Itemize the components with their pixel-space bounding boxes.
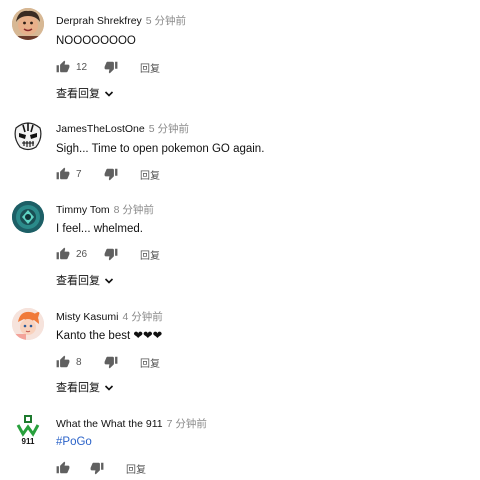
reply-button[interactable]: 回复 — [140, 60, 160, 75]
timestamp: 4 分钟前 — [122, 311, 163, 323]
comment-text: NOOOOOOOO — [56, 35, 136, 47]
view-replies-button[interactable]: 查看回复 — [56, 274, 114, 288]
reply-button[interactable]: 回复 — [126, 461, 146, 476]
author-name[interactable]: JamesTheLostOne — [56, 123, 145, 135]
like-count: 7 — [76, 168, 82, 180]
comment-text: I feel... whelmed. — [56, 223, 143, 235]
avatar[interactable] — [12, 120, 44, 152]
comment-actions: 26 回复 — [56, 246, 160, 262]
thumbs-up-icon[interactable] — [56, 247, 70, 261]
timestamp: 8 分钟前 — [113, 204, 154, 216]
hashtag-link[interactable]: #PoGo — [56, 435, 92, 450]
view-replies-button[interactable]: 查看回复 — [56, 87, 114, 101]
view-replies-label: 查看回复 — [56, 275, 100, 287]
like-count: 8 — [76, 356, 82, 368]
reply-button[interactable]: 回复 — [140, 355, 160, 370]
view-replies-button[interactable]: 查看回复 — [56, 381, 114, 395]
avatar[interactable]: 911 — [11, 413, 45, 447]
comment-text: Kanto the best ❤❤❤ — [56, 330, 163, 342]
thumbs-down-icon[interactable] — [104, 355, 118, 369]
thumbs-up-icon[interactable] — [56, 461, 70, 475]
like-count: 26 — [76, 248, 88, 260]
timestamp: 7 分钟前 — [166, 418, 207, 430]
chevron-down-icon — [104, 278, 114, 284]
view-replies-label: 查看回复 — [56, 88, 100, 100]
avatar-911-label: 911 — [22, 437, 35, 446]
comment-text: Sigh... Time to open pokemon GO again. — [56, 143, 265, 155]
timestamp: 5 分钟前 — [148, 123, 189, 135]
chevron-down-icon — [104, 385, 114, 391]
chevron-down-icon — [104, 91, 114, 97]
thumbs-up-icon[interactable] — [56, 60, 70, 74]
comment-actions: 8 回复 — [56, 354, 160, 370]
avatar[interactable] — [12, 308, 44, 340]
comment-actions: 7 回复 — [56, 166, 160, 182]
thumbs-down-icon[interactable] — [104, 247, 118, 261]
like-count: 12 — [76, 61, 88, 73]
reply-button[interactable]: 回复 — [140, 167, 160, 182]
comment-meta: Timmy Tom 8 分钟前 — [56, 203, 154, 217]
comment-meta: JamesTheLostOne 5 分钟前 — [56, 122, 189, 136]
author-name[interactable]: Derprah Shrekfrey — [56, 15, 142, 27]
reply-button[interactable]: 回复 — [140, 247, 160, 262]
comment-meta: Derprah Shrekfrey 5 分钟前 — [56, 14, 186, 28]
view-replies-label: 查看回复 — [56, 382, 100, 394]
author-name[interactable]: Timmy Tom — [56, 204, 110, 216]
avatar[interactable] — [12, 201, 44, 233]
comment-meta: What the What the 911 7 分钟前 — [56, 417, 207, 431]
avatar[interactable] — [12, 8, 44, 40]
thumbs-up-icon[interactable] — [56, 167, 70, 181]
comment-actions: 12 回复 — [56, 59, 160, 75]
author-name[interactable]: What the What the 911 — [56, 418, 163, 430]
author-name[interactable]: Misty Kasumi — [56, 311, 118, 323]
thumbs-down-icon[interactable] — [104, 60, 118, 74]
timestamp: 5 分钟前 — [145, 15, 187, 27]
comment-actions: 回复 — [56, 460, 146, 476]
comment-meta: Misty Kasumi 4 分钟前 — [56, 310, 163, 324]
thumbs-down-icon[interactable] — [104, 167, 118, 181]
thumbs-down-icon[interactable] — [90, 461, 104, 475]
thumbs-up-icon[interactable] — [56, 355, 70, 369]
